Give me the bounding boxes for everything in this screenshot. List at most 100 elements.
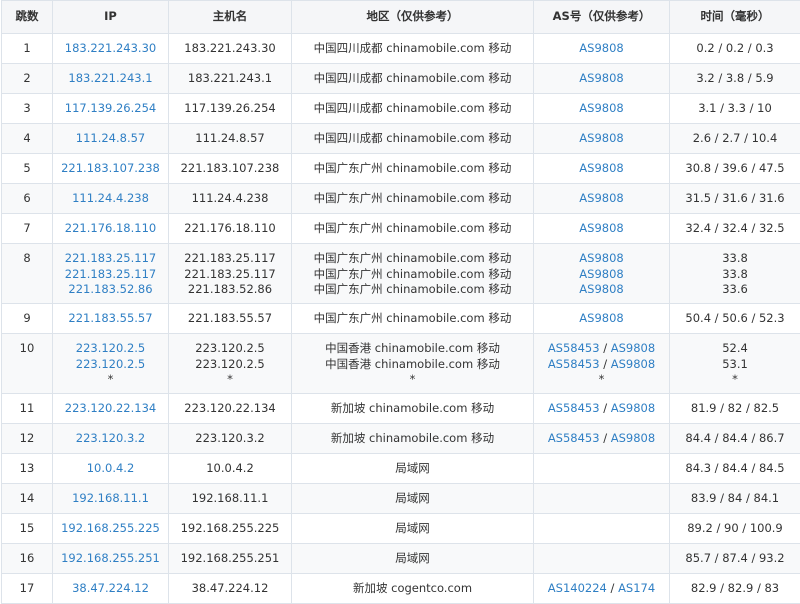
table-row: 11223.120.22.134223.120.22.134新加坡 chinam… <box>2 394 800 424</box>
table-row: 6111.24.4.238111.24.4.238中国广东广州 chinamob… <box>2 184 800 214</box>
time-text: 33.8 <box>670 267 800 283</box>
hostname-cell: 117.139.26.254 <box>169 94 292 124</box>
ip-link[interactable]: 221.183.55.57 <box>53 311 168 327</box>
as-link[interactable]: AS9808 <box>579 191 623 205</box>
as-cell <box>534 484 670 514</box>
ip-link[interactable]: 38.47.224.12 <box>53 581 168 597</box>
ip-link[interactable]: 192.168.255.251 <box>53 551 168 567</box>
ip-link[interactable]: 221.176.18.110 <box>53 221 168 237</box>
ip-link[interactable]: 192.168.11.1 <box>53 491 168 507</box>
as-link[interactable]: AS9808 <box>579 131 623 145</box>
region-text: * <box>292 372 533 388</box>
as-link[interactable]: AS9808 <box>579 311 623 325</box>
as-link[interactable]: AS58453 <box>548 341 600 355</box>
as-line: AS9808 <box>534 267 669 283</box>
ip-cell: 221.176.18.110 <box>53 214 169 244</box>
header-as-number: AS号（仅供参考） <box>534 1 670 34</box>
time-text: 85.7 / 87.4 / 93.2 <box>670 551 800 567</box>
table-row: 9221.183.55.57221.183.55.57中国广东广州 chinam… <box>2 304 800 334</box>
as-link[interactable]: AS9808 <box>579 221 623 235</box>
region-cell: 局域网 <box>292 454 534 484</box>
ip-cell: 192.168.255.225 <box>53 514 169 544</box>
ip-link[interactable]: 223.120.3.2 <box>53 431 168 447</box>
as-cell: AS58453 / AS9808 <box>534 394 670 424</box>
hop-cell: 8 <box>2 244 53 304</box>
region-cell: 新加坡 cogentco.com <box>292 574 534 604</box>
table-row: 12223.120.3.2223.120.3.2新加坡 chinamobile.… <box>2 424 800 454</box>
hop-cell: 9 <box>2 304 53 334</box>
as-link[interactable]: AS9808 <box>611 357 655 371</box>
ip-link[interactable]: 117.139.26.254 <box>53 101 168 117</box>
time-text: 32.4 / 32.4 / 32.5 <box>670 221 800 237</box>
time-text: 81.9 / 82 / 82.5 <box>670 401 800 417</box>
region-cell: 中国广东广州 chinamobile.com 移动 <box>292 154 534 184</box>
ip-link[interactable]: 192.168.255.225 <box>53 521 168 537</box>
as-line: AS9808 <box>534 41 669 57</box>
as-link[interactable]: AS9808 <box>579 267 623 281</box>
as-cell <box>534 454 670 484</box>
table-row: 2183.221.243.1183.221.243.1中国四川成都 chinam… <box>2 64 800 94</box>
time-cell: 0.2 / 0.2 / 0.3 <box>670 34 800 64</box>
ip-link[interactable]: 10.0.4.2 <box>53 461 168 477</box>
hop-cell: 16 <box>2 544 53 574</box>
as-link[interactable]: AS9808 <box>611 431 655 445</box>
ip-link[interactable]: 183.221.243.30 <box>53 41 168 57</box>
time-text: 0.2 / 0.2 / 0.3 <box>670 41 800 57</box>
hop-cell: 14 <box>2 484 53 514</box>
ip-link[interactable]: 111.24.4.238 <box>53 191 168 207</box>
as-link[interactable]: AS9808 <box>579 161 623 175</box>
as-link[interactable]: AS9808 <box>579 282 623 296</box>
time-cell: 3.1 / 3.3 / 10 <box>670 94 800 124</box>
time-text: 84.3 / 84.4 / 84.5 <box>670 461 800 477</box>
time-text: 53.1 <box>670 357 800 373</box>
hostname-text: 223.120.22.134 <box>169 401 291 417</box>
ip-link[interactable]: 223.120.2.5 <box>53 341 168 357</box>
hostname-text: 192.168.11.1 <box>169 491 291 507</box>
hostname-text: 183.221.243.1 <box>169 71 291 87</box>
ip-link[interactable]: 111.24.8.57 <box>53 131 168 147</box>
region-text: 局域网 <box>292 521 533 537</box>
as-link[interactable]: AS9808 <box>579 71 623 85</box>
as-link[interactable]: AS9808 <box>611 341 655 355</box>
as-cell: AS9808 <box>534 94 670 124</box>
ip-link[interactable]: 223.120.2.5 <box>53 357 168 373</box>
as-link[interactable]: AS140224 <box>548 581 607 595</box>
as-line: AS9808 <box>534 251 669 267</box>
region-cell: 新加坡 chinamobile.com 移动 <box>292 424 534 454</box>
as-empty-marker: * <box>599 372 605 386</box>
as-link[interactable]: AS58453 <box>548 431 600 445</box>
as-link[interactable]: AS9808 <box>579 101 623 115</box>
region-text: 中国广东广州 chinamobile.com 移动 <box>292 161 533 177</box>
as-cell <box>534 514 670 544</box>
as-link[interactable]: AS174 <box>618 581 655 595</box>
as-link[interactable]: AS9808 <box>579 251 623 265</box>
time-cell: 32.4 / 32.4 / 32.5 <box>670 214 800 244</box>
region-text: 新加坡 cogentco.com <box>292 581 533 597</box>
table-row: 4111.24.8.57111.24.8.57中国四川成都 chinamobil… <box>2 124 800 154</box>
as-line: AS140224 / AS174 <box>534 581 669 597</box>
region-text: 局域网 <box>292 551 533 567</box>
region-text: 新加坡 chinamobile.com 移动 <box>292 431 533 447</box>
as-link[interactable]: AS58453 <box>548 401 600 415</box>
as-link[interactable]: AS9808 <box>579 41 623 55</box>
hostname-text: 223.120.2.5 <box>169 341 291 357</box>
as-link[interactable]: AS9808 <box>611 401 655 415</box>
as-cell: AS9808AS9808AS9808 <box>534 244 670 304</box>
hop-cell: 7 <box>2 214 53 244</box>
ip-link[interactable]: 183.221.243.1 <box>53 71 168 87</box>
ip-link[interactable]: 221.183.25.117 <box>53 267 168 283</box>
traceroute-table: 跳数 IP 主机名 地区（仅供参考） AS号（仅供参考） 时间（毫秒） 1183… <box>1 0 800 604</box>
region-text: 新加坡 chinamobile.com 移动 <box>292 401 533 417</box>
hostname-text: 221.183.25.117 <box>169 251 291 267</box>
ip-link[interactable]: 221.183.107.238 <box>53 161 168 177</box>
as-link[interactable]: AS58453 <box>548 357 600 371</box>
as-line: AS58453 / AS9808 <box>534 401 669 417</box>
hop-cell: 15 <box>2 514 53 544</box>
time-text: 89.2 / 90 / 100.9 <box>670 521 800 537</box>
ip-link[interactable]: 221.183.25.117 <box>53 251 168 267</box>
as-line: AS9808 <box>534 131 669 147</box>
ip-link[interactable]: 223.120.22.134 <box>53 401 168 417</box>
as-line: AS9808 <box>534 311 669 327</box>
region-cell: 局域网 <box>292 514 534 544</box>
ip-link[interactable]: 221.183.52.86 <box>53 282 168 298</box>
